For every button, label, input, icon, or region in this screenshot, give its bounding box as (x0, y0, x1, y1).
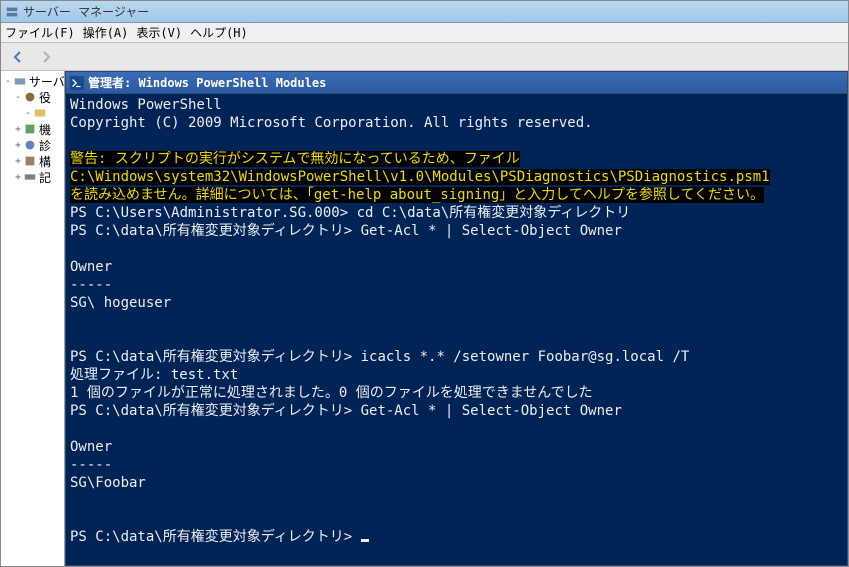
console-line: ----- (70, 456, 843, 474)
powershell-title: 管理者: Windows PowerShell Modules (88, 74, 326, 91)
console-line (70, 240, 843, 258)
forward-button[interactable] (35, 46, 57, 68)
folder-icon (33, 106, 47, 120)
server-icon (5, 5, 19, 19)
console-line: PS C:\data\所有権変更対象ディレクトリ> icacls *.* /se… (70, 348, 843, 366)
console-line: SG\Foobar (70, 474, 843, 492)
tree-item-roles[interactable]: - 役 (1, 89, 64, 105)
collapse-icon[interactable]: - (13, 92, 23, 103)
server-manager-window: サーバー マネージャー ファイル(F) 操作(A) 表示(V) ヘルプ(H) -… (0, 0, 849, 567)
tree-item-server[interactable]: - サーバ (1, 73, 64, 89)
console-line: Owner (70, 438, 843, 456)
console-line: PS C:\Users\Administrator.SG.000> cd C:\… (70, 204, 843, 222)
diagnostics-icon (23, 138, 37, 152)
console-line: SG\ hogeuser (70, 294, 843, 312)
console-line: 警告: スクリプトの実行がシステムで無効になっているため、ファイル (70, 150, 843, 168)
console-line: を読み込めません。詳細については、「get-help about_signing… (70, 186, 843, 204)
menu-action[interactable]: 操作(A) (83, 24, 129, 41)
powershell-icon (70, 76, 84, 90)
outer-titlebar[interactable]: サーバー マネージャー (1, 1, 848, 23)
console-line: PS C:\data\所有権変更対象ディレクトリ> (70, 528, 843, 546)
expand-icon[interactable]: + (13, 124, 23, 135)
server-icon (13, 74, 27, 88)
storage-icon (23, 170, 37, 184)
menu-file[interactable]: ファイル(F) (5, 24, 75, 41)
features-icon (23, 122, 37, 136)
console-line (70, 420, 843, 438)
tree-item-diagnostics[interactable]: + 診 (1, 137, 64, 153)
back-button[interactable] (7, 46, 29, 68)
console-line: ----- (70, 276, 843, 294)
collapse-icon[interactable]: - (3, 76, 13, 87)
tree-item-config[interactable]: + 構 (1, 153, 64, 169)
console-line: PS C:\data\所有権変更対象ディレクトリ> Get-Acl * | Se… (70, 222, 843, 240)
collapse-icon[interactable]: - (23, 108, 33, 119)
console-line (70, 312, 843, 330)
tree-item-storage[interactable]: + 記 (1, 169, 64, 185)
tree-panel: - サーバ - 役 - + 機 + 診 (1, 71, 65, 566)
main-area: - サーバ - 役 - + 機 + 診 (1, 71, 848, 566)
tree-item-features[interactable]: + 機 (1, 121, 64, 137)
config-icon (23, 154, 37, 168)
menu-view[interactable]: 表示(V) (136, 24, 182, 41)
console-line (70, 132, 843, 150)
tree-label: サーバ (29, 73, 64, 90)
roles-icon (23, 90, 37, 104)
expand-icon[interactable]: + (13, 156, 23, 167)
tree-label: 構 (39, 153, 51, 170)
console-line: PS C:\data\所有権変更対象ディレクトリ> Get-Acl * | Se… (70, 402, 843, 420)
powershell-window: 管理者: Windows PowerShell Modules Windows … (65, 71, 848, 566)
outer-title: サーバー マネージャー (23, 3, 149, 20)
console-line: C:\Windows\system32\WindowsPowerShell\v1… (70, 168, 843, 186)
tree-label: 診 (39, 137, 51, 154)
console-line: Windows PowerShell (70, 96, 843, 114)
console-line: Copyright (C) 2009 Microsoft Corporation… (70, 114, 843, 132)
cursor (361, 539, 369, 542)
expand-icon[interactable]: + (13, 140, 23, 151)
console-line (70, 492, 843, 510)
tree-label: 役 (39, 89, 51, 106)
powershell-console[interactable]: Windows PowerShellCopyright (C) 2009 Mic… (65, 93, 848, 566)
console-line (70, 510, 843, 528)
tree-label: 記 (39, 169, 51, 186)
console-line: 1 個のファイルが正常に処理されました。0 個のファイルを処理できませんでした (70, 384, 843, 402)
console-line: Owner (70, 258, 843, 276)
powershell-titlebar[interactable]: 管理者: Windows PowerShell Modules (65, 71, 848, 93)
expand-icon[interactable]: + (13, 172, 23, 183)
menu-help[interactable]: ヘルプ(H) (190, 24, 248, 41)
menubar: ファイル(F) 操作(A) 表示(V) ヘルプ(H) (1, 23, 848, 43)
toolbar (1, 43, 848, 71)
console-line: 処理ファイル: test.txt (70, 366, 843, 384)
tree-item-sub[interactable]: - (1, 105, 64, 121)
tree-label: 機 (39, 121, 51, 138)
console-line (70, 330, 843, 348)
